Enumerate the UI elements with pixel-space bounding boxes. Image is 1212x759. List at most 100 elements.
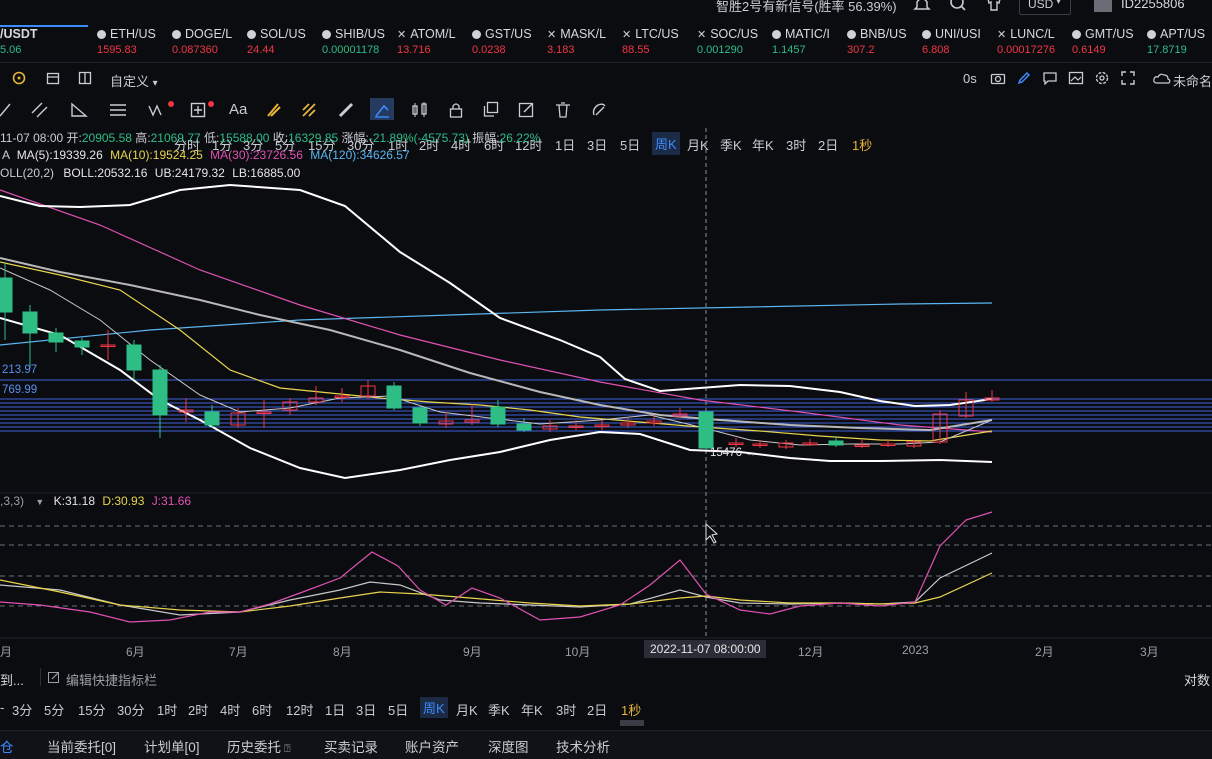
timeframe-more[interactable]: - — [0, 700, 4, 715]
text-tool-icon[interactable]: Aa — [229, 101, 247, 118]
trash-icon[interactable] — [554, 101, 572, 119]
ticker-item[interactable]: ✕ SOC/US 0.001290 — [697, 27, 758, 59]
settings-drawing-icon[interactable] — [590, 101, 608, 119]
x-axis-label: 2月 — [1035, 645, 1054, 659]
bottom-timeframe-12[interactable]: 周K — [420, 697, 448, 718]
bottom-timeframe-13[interactable]: 月K — [456, 700, 478, 719]
bottom-timeframe-2[interactable]: 15分 — [78, 700, 105, 719]
bottom-timeframe-8[interactable]: 12时 — [286, 700, 313, 719]
shirt-icon[interactable] — [985, 0, 1003, 12]
ruler-icon[interactable] — [337, 101, 355, 119]
ticker-item[interactable]: ✕ LTC/US 88.55 — [622, 27, 679, 59]
bottom-timeframe-9[interactable]: 1日 — [325, 700, 345, 719]
lock-icon[interactable] — [448, 101, 464, 119]
tab-4[interactable]: 买卖记录 — [324, 736, 378, 756]
ma30-line — [0, 189, 993, 433]
channel-icon[interactable] — [30, 101, 50, 119]
signal-text[interactable]: 智胜2号有新信号(胜率 56.39%) — [716, 0, 897, 15]
bottom-timeframe-16[interactable]: 3时 — [556, 700, 576, 719]
ticker-price: 1.1457 — [772, 44, 806, 56]
bottom-timeframe-11[interactable]: 5日 — [388, 700, 408, 719]
user-id[interactable]: ID2255806 — [1121, 0, 1185, 11]
pen-icon[interactable] — [1016, 70, 1032, 86]
bottom-timeframe-7[interactable]: 6时 — [252, 700, 272, 719]
ticker-item[interactable]: APT/US 17.8719 — [1147, 27, 1205, 59]
search-icon[interactable] — [949, 0, 967, 12]
custom-dropdown[interactable]: 自定义 ▾ — [110, 71, 158, 90]
indicator-switch[interactable]: 到... — [0, 670, 24, 689]
camera-icon[interactable] — [990, 71, 1006, 85]
tab-7[interactable]: 技术分析 — [556, 736, 610, 756]
tab-6[interactable]: 深度图 — [488, 736, 529, 756]
bottom-timeframe-17[interactable]: 2日 — [587, 700, 607, 719]
comment-icon[interactable] — [1042, 71, 1058, 85]
bottom-timeframe-10[interactable]: 3日 — [356, 700, 376, 719]
triangle-icon[interactable] — [70, 101, 88, 119]
tab-3[interactable]: 历史委托 ⍰ — [227, 736, 291, 756]
indicator-icon[interactable] — [12, 71, 26, 85]
wave-icon[interactable] — [148, 101, 174, 119]
tab-1[interactable]: 当前委托[0] — [47, 736, 116, 756]
ticker-item[interactable]: SOL/US 24.44 — [247, 27, 306, 59]
bell-icon[interactable] — [913, 0, 931, 12]
ticker-symbol: UNI/USI — [935, 27, 981, 41]
ticker-price: 5.06 — [0, 44, 22, 56]
image-icon[interactable] — [1068, 71, 1084, 85]
ticker-item[interactable]: BNB/US 307.2 — [847, 27, 907, 59]
ticker-item[interactable]: ✕ ATOM/L 13.716 — [397, 27, 456, 59]
candle-body — [204, 411, 220, 426]
avatar[interactable] — [1094, 0, 1112, 12]
ticker-symbol: SOL/US — [260, 27, 306, 41]
bottom-timeframe-15[interactable]: 年K — [521, 700, 543, 719]
tab-0[interactable]: 仓 — [0, 736, 14, 756]
high-value: 21069.77 — [150, 131, 201, 145]
edit-indicators[interactable]: 编辑快捷指标栏 — [66, 670, 157, 689]
help-icon[interactable]: ⍰ — [281, 743, 291, 755]
fullscreen-icon[interactable] — [1120, 70, 1136, 86]
trendline-icon[interactable] — [0, 102, 14, 118]
ticker-item[interactable]: ✕ MASK/L 3.183 — [547, 27, 606, 59]
ticker-item[interactable]: ETH/US 1595.83 — [97, 27, 156, 59]
ticker-symbol: MASK/L — [560, 27, 607, 41]
tab-2[interactable]: 计划单[0] — [144, 736, 200, 756]
cloud-icon[interactable] — [1153, 72, 1171, 84]
edit-icon[interactable] — [48, 671, 60, 683]
edit-icon[interactable] — [518, 101, 536, 119]
chart-canvas[interactable] — [0, 125, 1212, 640]
ticker-price: 0.6149 — [1072, 44, 1106, 56]
magnet-icon[interactable] — [300, 101, 318, 119]
ticker-item[interactable]: GMT/US 0.6149 — [1072, 27, 1134, 59]
bottom-timeframe-14[interactable]: 季K — [488, 700, 510, 719]
log-toggle[interactable]: 对数 — [1184, 670, 1210, 689]
ticker-item[interactable]: MATIC/I 1.1457 — [772, 27, 830, 59]
lock-drawing-icon[interactable] — [373, 101, 391, 119]
ticker-item[interactable]: ✕ LUNC/L 0.00017276 — [997, 27, 1055, 59]
bottom-timeframe-0[interactable]: 3分 — [12, 700, 32, 719]
x-axis-label: 月 — [0, 645, 13, 659]
tab-5[interactable]: 账户资产 — [405, 736, 459, 756]
layout-name[interactable]: 未命名 — [1173, 71, 1212, 90]
bottom-timeframe-3[interactable]: 30分 — [117, 700, 144, 719]
ticker-name: ✕ SOC/US — [697, 27, 758, 41]
brush-icon[interactable] — [265, 101, 283, 119]
ticker-item[interactable]: DOGE/L 0.087360 — [172, 27, 232, 59]
bottom-timeframe-4[interactable]: 1时 — [157, 700, 177, 719]
ticker-item[interactable]: GST/US 0.0238 — [472, 27, 532, 59]
fib-icon[interactable] — [108, 101, 128, 119]
gear-icon[interactable] — [1094, 70, 1110, 86]
copy-icon[interactable] — [482, 101, 500, 119]
calendar-icon[interactable] — [46, 71, 60, 85]
candles-icon[interactable] — [410, 101, 430, 119]
chevron-down-icon[interactable]: ▼ — [35, 497, 44, 507]
bottom-timeframe-1[interactable]: 5分 — [44, 700, 64, 719]
ticker-symbol: APT/US — [1160, 27, 1206, 41]
bottom-timeframe-6[interactable]: 4时 — [220, 700, 240, 719]
ticker-item[interactable]: /USDT 5.06 — [0, 25, 88, 59]
ticker-item[interactable]: SHIB/US 0.00001178 — [322, 27, 385, 59]
layout-icon[interactable] — [78, 71, 92, 85]
bottom-timeframe-18[interactable]: 1秒 — [621, 700, 641, 719]
bottom-timeframe-5[interactable]: 2时 — [188, 700, 208, 719]
currency-select[interactable]: USD ▾ — [1019, 0, 1071, 15]
ticker-item[interactable]: UNI/USI 6.808 — [922, 27, 981, 59]
measure-icon[interactable] — [190, 101, 216, 119]
